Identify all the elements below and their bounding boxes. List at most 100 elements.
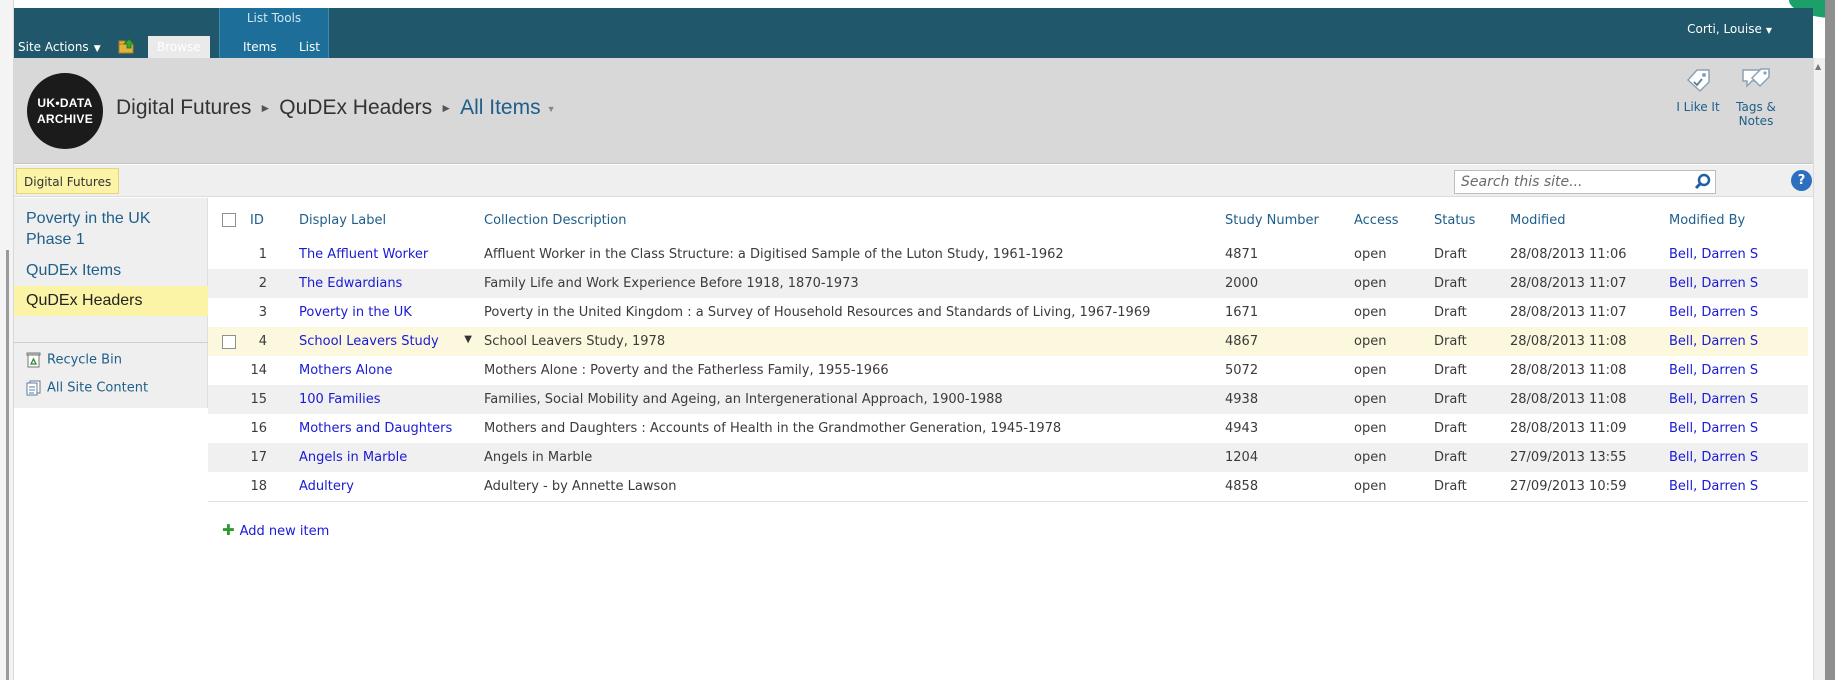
cell-study-number: 2000 <box>1219 269 1348 298</box>
cell-modified: 28/08/2013 11:08 <box>1504 327 1663 356</box>
item-title-link[interactable]: Mothers and Daughters <box>299 421 452 436</box>
user-link[interactable]: Bell, Darren S <box>1669 247 1758 262</box>
scroll-up-icon[interactable]: ▲ <box>1815 62 1821 71</box>
vertical-scrollbar[interactable]: ▲ <box>1813 58 1825 680</box>
breadcrumb-separator-icon: ► <box>440 101 453 115</box>
select-all-cell <box>208 200 238 240</box>
sidebar-item-poverty-in-the-uk[interactable]: Poverty in the UK Phase 1 <box>14 208 208 250</box>
cell-status: Draft <box>1434 247 1467 262</box>
cell-id: 16 <box>250 421 267 436</box>
chevron-down-icon: ▼ <box>1765 26 1772 35</box>
user-link[interactable]: Bell, Darren S <box>1669 421 1758 436</box>
table-row[interactable]: 3 Poverty in the UK Poverty in the United … <box>208 298 1808 327</box>
user-menu[interactable]: Corti, Louise ▼ <box>1687 22 1772 36</box>
cell-collection-description: Families, Social Mobility and Ageing, an… <box>478 385 1219 414</box>
search-input[interactable] <box>1455 171 1691 193</box>
cell-collection-description: Angels in Marble <box>478 443 1219 472</box>
column-header-collection-description[interactable]: Collection Description <box>478 200 1219 240</box>
i-like-it-button[interactable]: I Like It <box>1670 66 1726 114</box>
item-title-link[interactable]: Angels in Marble <box>299 450 407 465</box>
breadcrumb: Digital Futures ► QuDEx Headers ► All Items ▼ <box>116 96 556 120</box>
help-icon[interactable]: ? <box>1791 170 1812 191</box>
select-all-checkbox[interactable] <box>222 213 236 227</box>
table-row[interactable]: 1 The Affluent Worker Affluent Worker in t… <box>208 240 1808 269</box>
cell-status: Draft <box>1428 443 1504 472</box>
column-header-status[interactable]: Status <box>1428 200 1504 240</box>
navigate-up-icon[interactable] <box>118 38 136 54</box>
site-logo[interactable]: UK•DATA ARCHIVE <box>27 73 103 149</box>
breadcrumb-site[interactable]: Digital Futures <box>116 96 251 119</box>
item-title-link[interactable]: The Edwardians <box>299 276 402 291</box>
cell-modified: 28/08/2013 11:06 <box>1510 247 1627 262</box>
add-icon: ✚ <box>222 521 235 539</box>
table-row[interactable]: 2 The Edwardians Family Life and Work Expe… <box>208 269 1808 298</box>
item-title-link[interactable]: Adultery <box>299 479 354 494</box>
breadcrumb-view[interactable]: All Items <box>460 96 541 119</box>
cell-display-label: Adultery <box>279 472 478 502</box>
table-row[interactable]: 15 100 Families Families, Social Mobility … <box>208 385 1808 414</box>
add-new-item-link[interactable]: ✚ Add new item <box>222 521 329 539</box>
user-link[interactable]: Bell, Darren S <box>1669 276 1758 291</box>
left-edge <box>0 0 14 680</box>
user-link[interactable]: Bell, Darren S <box>1669 363 1758 378</box>
table-row[interactable]: 17 Angels in Marble Angels in Marble 1204 op… <box>208 443 1808 472</box>
item-title-link[interactable]: Poverty in the UK <box>299 305 412 320</box>
breadcrumb-list[interactable]: QuDEx Headers <box>279 96 432 119</box>
column-header-modified-by[interactable]: Modified By <box>1663 200 1808 240</box>
cell-modified: 27/09/2013 13:55 <box>1504 443 1663 472</box>
item-title-link[interactable]: The Affluent Worker <box>299 247 428 262</box>
cell-modified: 28/08/2013 11:07 <box>1504 269 1663 298</box>
list-tools-label: List Tools <box>246 11 302 25</box>
column-header-modified[interactable]: Modified <box>1504 200 1663 240</box>
item-menu-dropdown-icon[interactable]: ▼ <box>464 334 472 345</box>
cell-modified-by: Bell, Darren S <box>1663 298 1808 327</box>
user-name: Corti, Louise <box>1687 22 1762 36</box>
item-title-link[interactable]: Mothers Alone <box>299 363 392 378</box>
tab-list[interactable]: List <box>290 36 329 58</box>
row-checkbox[interactable] <box>222 334 236 349</box>
quick-launch: Poverty in the UK Phase 1 QuDEx Items Qu… <box>14 198 208 408</box>
cell-collection-description: Poverty in the United Kingdom : a Survey… <box>484 305 1151 320</box>
tags-notes-button[interactable]: Tags & Notes <box>1726 66 1786 128</box>
user-link[interactable]: Bell, Darren S <box>1669 392 1758 407</box>
cell-id: 15 <box>238 385 279 414</box>
column-header-id[interactable]: ID <box>238 200 279 240</box>
tab-browse[interactable]: Browse <box>148 36 210 58</box>
search-icon[interactable] <box>1693 172 1713 192</box>
tab-items[interactable]: Items <box>234 36 286 58</box>
cell-access: open <box>1354 305 1387 320</box>
table-row[interactable]: 18 Adultery Adultery - by Annette Lawson 48… <box>208 472 1808 502</box>
cell-modified-by: Bell, Darren S <box>1663 472 1808 502</box>
top-link-home[interactable]: Digital Futures <box>16 168 120 194</box>
item-title-link[interactable]: School Leavers Study <box>299 334 439 349</box>
recycle-bin-link[interactable]: Recycle Bin <box>26 352 122 368</box>
ribbon: Site Actions ▼ List Tools Browse Items Li… <box>14 8 1813 58</box>
cell-display-label: Poverty in the UK <box>279 298 478 327</box>
user-link[interactable]: Bell, Darren S <box>1669 479 1758 494</box>
cell-collection-description: Affluent Worker in the Class Structure: … <box>484 247 1064 262</box>
view-dropdown-icon[interactable]: ▼ <box>547 104 556 114</box>
cell-study-number: 4943 <box>1225 421 1259 436</box>
user-link[interactable]: Bell, Darren S <box>1669 450 1758 465</box>
table-row[interactable]: 16 Mothers and Daughters Mothers and Daugh… <box>208 414 1808 443</box>
recycle-bin-label: Recycle Bin <box>47 352 122 368</box>
user-link[interactable]: Bell, Darren S <box>1669 305 1758 320</box>
column-header-display-label[interactable]: Display Label <box>279 200 478 240</box>
top-link-bar: Digital Futures ? <box>14 165 1813 197</box>
sidebar-item-qudex-headers[interactable]: QuDEx Headers <box>14 286 208 316</box>
table-row[interactable]: 4 School Leavers Study ▼ School Leavers Stu… <box>208 327 1808 356</box>
cell-study-number: 4938 <box>1219 385 1348 414</box>
column-header-access[interactable]: Access <box>1348 200 1428 240</box>
item-title-link[interactable]: 100 Families <box>299 392 380 407</box>
user-link[interactable]: Bell, Darren S <box>1669 334 1758 349</box>
all-site-content-link[interactable]: All Site Content <box>26 380 148 396</box>
cell-id: 14 <box>250 363 267 378</box>
column-header-study-number[interactable]: Study Number <box>1219 200 1348 240</box>
sidebar-item-qudex-items[interactable]: QuDEx Items <box>14 260 208 282</box>
site-actions-menu[interactable]: Site Actions ▼ <box>18 36 101 58</box>
table-row[interactable]: 14 Mothers Alone Mothers Alone : Poverty a… <box>208 356 1808 385</box>
cell-collection-description: Mothers and Daughters : Accounts of Heal… <box>484 421 1062 436</box>
cell-status: Draft <box>1434 421 1467 436</box>
tags-notes-label: Tags & Notes <box>1736 100 1776 128</box>
cell-status: Draft <box>1434 305 1467 320</box>
